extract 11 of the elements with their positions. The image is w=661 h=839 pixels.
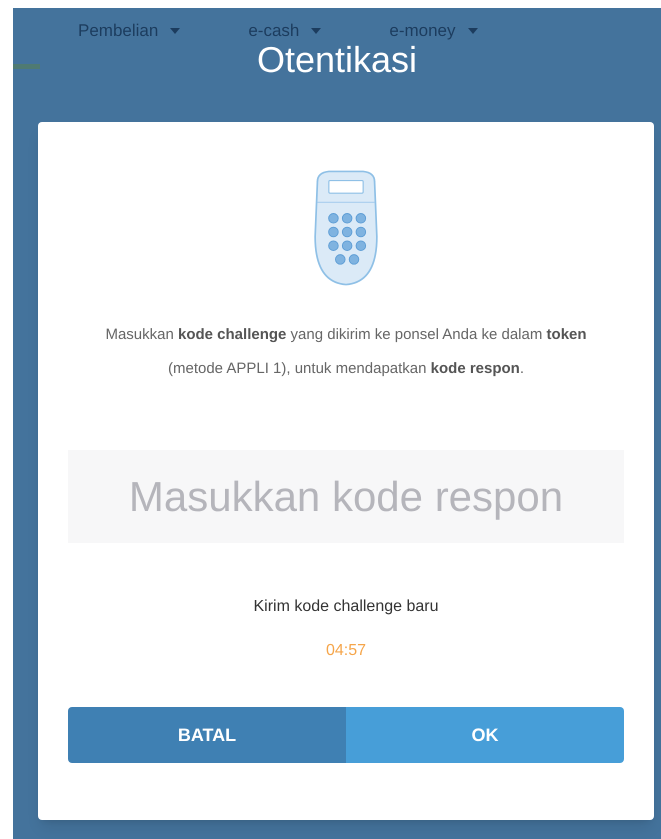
- caret-icon: [468, 28, 478, 34]
- nav-menu-item[interactable]: Pembelian: [78, 18, 158, 44]
- response-code-field[interactable]: Masukkan kode respon: [68, 450, 624, 543]
- caret-icon: [170, 28, 180, 34]
- cancel-button[interactable]: BATAL: [68, 707, 346, 763]
- caret-icon: [311, 28, 322, 34]
- ok-button[interactable]: OK: [346, 707, 624, 763]
- resend-challenge-link[interactable]: Kirim kode challenge baru: [254, 595, 438, 619]
- countdown-timer: 04:57: [326, 641, 366, 661]
- nav-indicator: [13, 64, 40, 69]
- instruction-text: Masukkan kode challenge yang dikirim ke ponsel Anda ke dalam token (metode APPLI 1), untuk mendapatkan kode respon.: [104, 325, 588, 379]
